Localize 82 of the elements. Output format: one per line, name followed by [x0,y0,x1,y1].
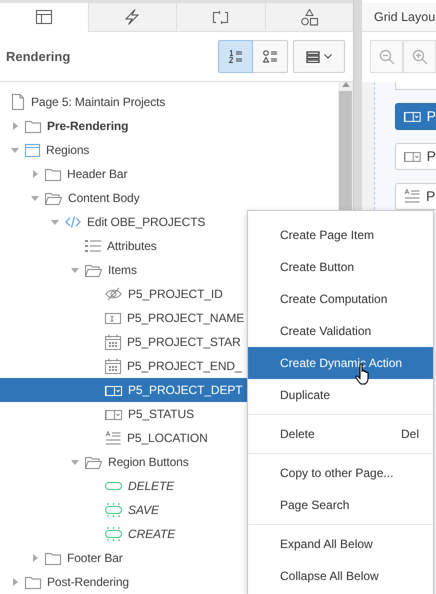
tree-node[interactable]: Page 5: Maintain Projects [0,90,338,114]
page-icon [11,94,25,110]
text-area-icon [105,430,121,446]
node-label: Footer Bar [67,550,123,567]
folder-icon [25,119,41,133]
node-label: P5_PROJECT_ID [128,286,223,303]
layout-card[interactable]: P [395,103,436,130]
card-label: P [426,107,436,126]
list-icon [85,239,101,253]
node-label: P5_PROJECT_END_ [127,358,242,375]
menu-item[interactable]: Create Button [248,251,433,283]
tree-node[interactable]: Header Bar [0,162,338,186]
code-icon [65,215,81,229]
lightning-icon [124,9,140,25]
button-icon [105,481,122,491]
node-label: Content Body [68,190,140,207]
shortcut-label: Del [400,426,419,443]
text-field-icon [105,311,121,325]
folder-icon [25,575,41,589]
node-label: P5_STATUS [128,406,194,423]
node-label: P5_LOCATION [127,430,208,447]
panel-tab[interactable] [264,3,353,32]
text-area-icon [404,189,420,204]
shape-list-icon [262,50,278,63]
node-label: Items [108,262,137,279]
menu-item[interactable]: Page Search [248,489,433,521]
menu-item[interactable]: Create Page Item [248,219,433,251]
menu-item[interactable]: Create Computation [248,283,433,315]
menu-item[interactable]: Collapse All Below [248,560,433,592]
menu-item[interactable]: Expand All Below [248,528,433,560]
shapes-icon [300,8,318,26]
menu-item[interactable]: Copy to other Page... [248,457,433,489]
grid-layout-tab[interactable]: Grid Layou [362,3,436,32]
node-label: Page 5: Maintain Projects [31,94,166,111]
layout-icon [36,10,52,24]
view-toggle-button[interactable] [253,40,288,73]
node-label: Post-Rendering [47,574,129,591]
hidden-eye-icon [105,287,122,301]
layout-card[interactable]: P [395,183,436,210]
layout-card[interactable]: P [395,143,436,170]
button-icon [105,527,122,541]
select-list-icon [404,150,421,163]
list-icon [306,50,320,62]
calendar-icon [105,334,121,350]
folder-icon [45,551,61,565]
card-label: P [426,147,436,166]
node-label: CREATE [128,526,176,543]
menu-item[interactable]: Create Dynamic Action [248,347,433,379]
node-label: P5_PROJECT_DEPT [128,382,243,399]
view-toggle-button[interactable] [218,40,253,73]
node-label: Header Bar [67,166,128,183]
caret-icon [324,54,332,59]
node-label: P5_PROJECT_NAME [127,310,244,327]
open-folder-icon [45,191,62,205]
numbered-list-icon [228,50,243,63]
select-list-icon [404,110,421,123]
calendar-icon [105,358,121,374]
node-label: Edit OBE_PROJECTS [87,214,206,231]
tree-node[interactable]: Regions [0,138,338,162]
open-folder-icon [85,263,102,277]
menu-item[interactable]: Create Validation [248,315,433,347]
node-label: Attributes [107,238,157,255]
zoom-in-icon [412,48,428,64]
node-label: Regions [46,142,90,159]
node-label: Pre-Rendering [47,118,128,135]
button-icon [105,503,122,517]
node-label: DELETE [128,478,174,495]
select-list-icon [105,384,122,396]
region-icon [25,143,40,157]
node-label: SAVE [128,502,159,519]
node-label: Region Buttons [108,454,189,471]
card-label: P [426,187,436,206]
view-menu-button[interactable] [293,40,345,73]
panel-title: Rendering [6,48,72,66]
tree-node[interactable]: Content Body [0,186,338,210]
process-icon [212,10,230,24]
folder-icon [45,167,61,181]
zoom-out-icon [378,48,394,64]
open-folder-icon [85,455,102,469]
node-label: P5_PROJECT_STAR [127,334,241,351]
tree-node[interactable]: Pre-Rendering [0,114,338,138]
select-list-icon [105,408,122,420]
